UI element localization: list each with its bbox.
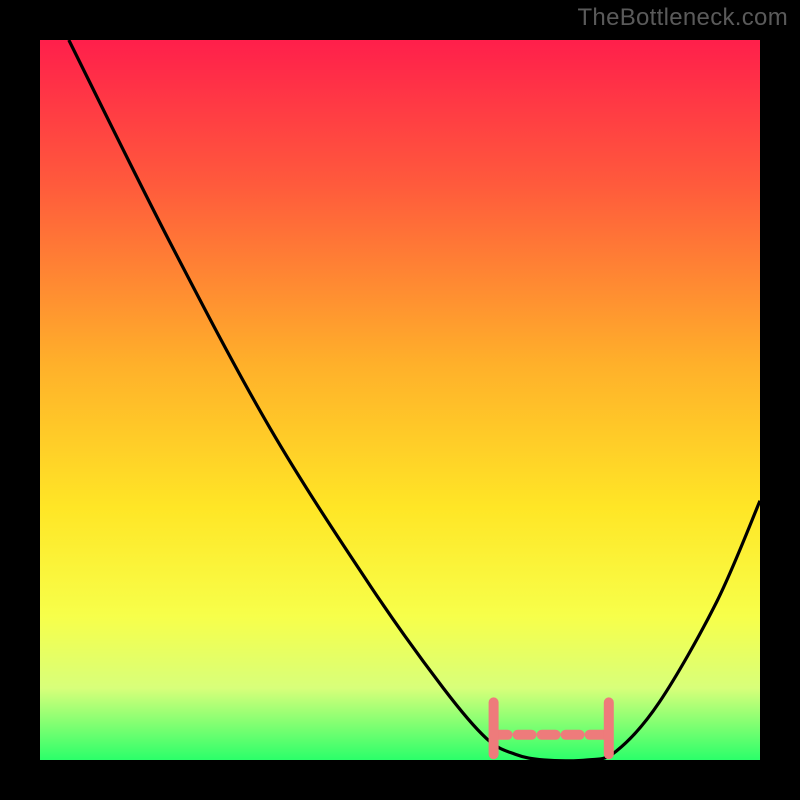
bottleneck-chart <box>0 0 800 800</box>
plot-background <box>40 40 760 760</box>
chart-frame: TheBottleneck.com <box>0 0 800 800</box>
watermark-label: TheBottleneck.com <box>577 4 788 32</box>
